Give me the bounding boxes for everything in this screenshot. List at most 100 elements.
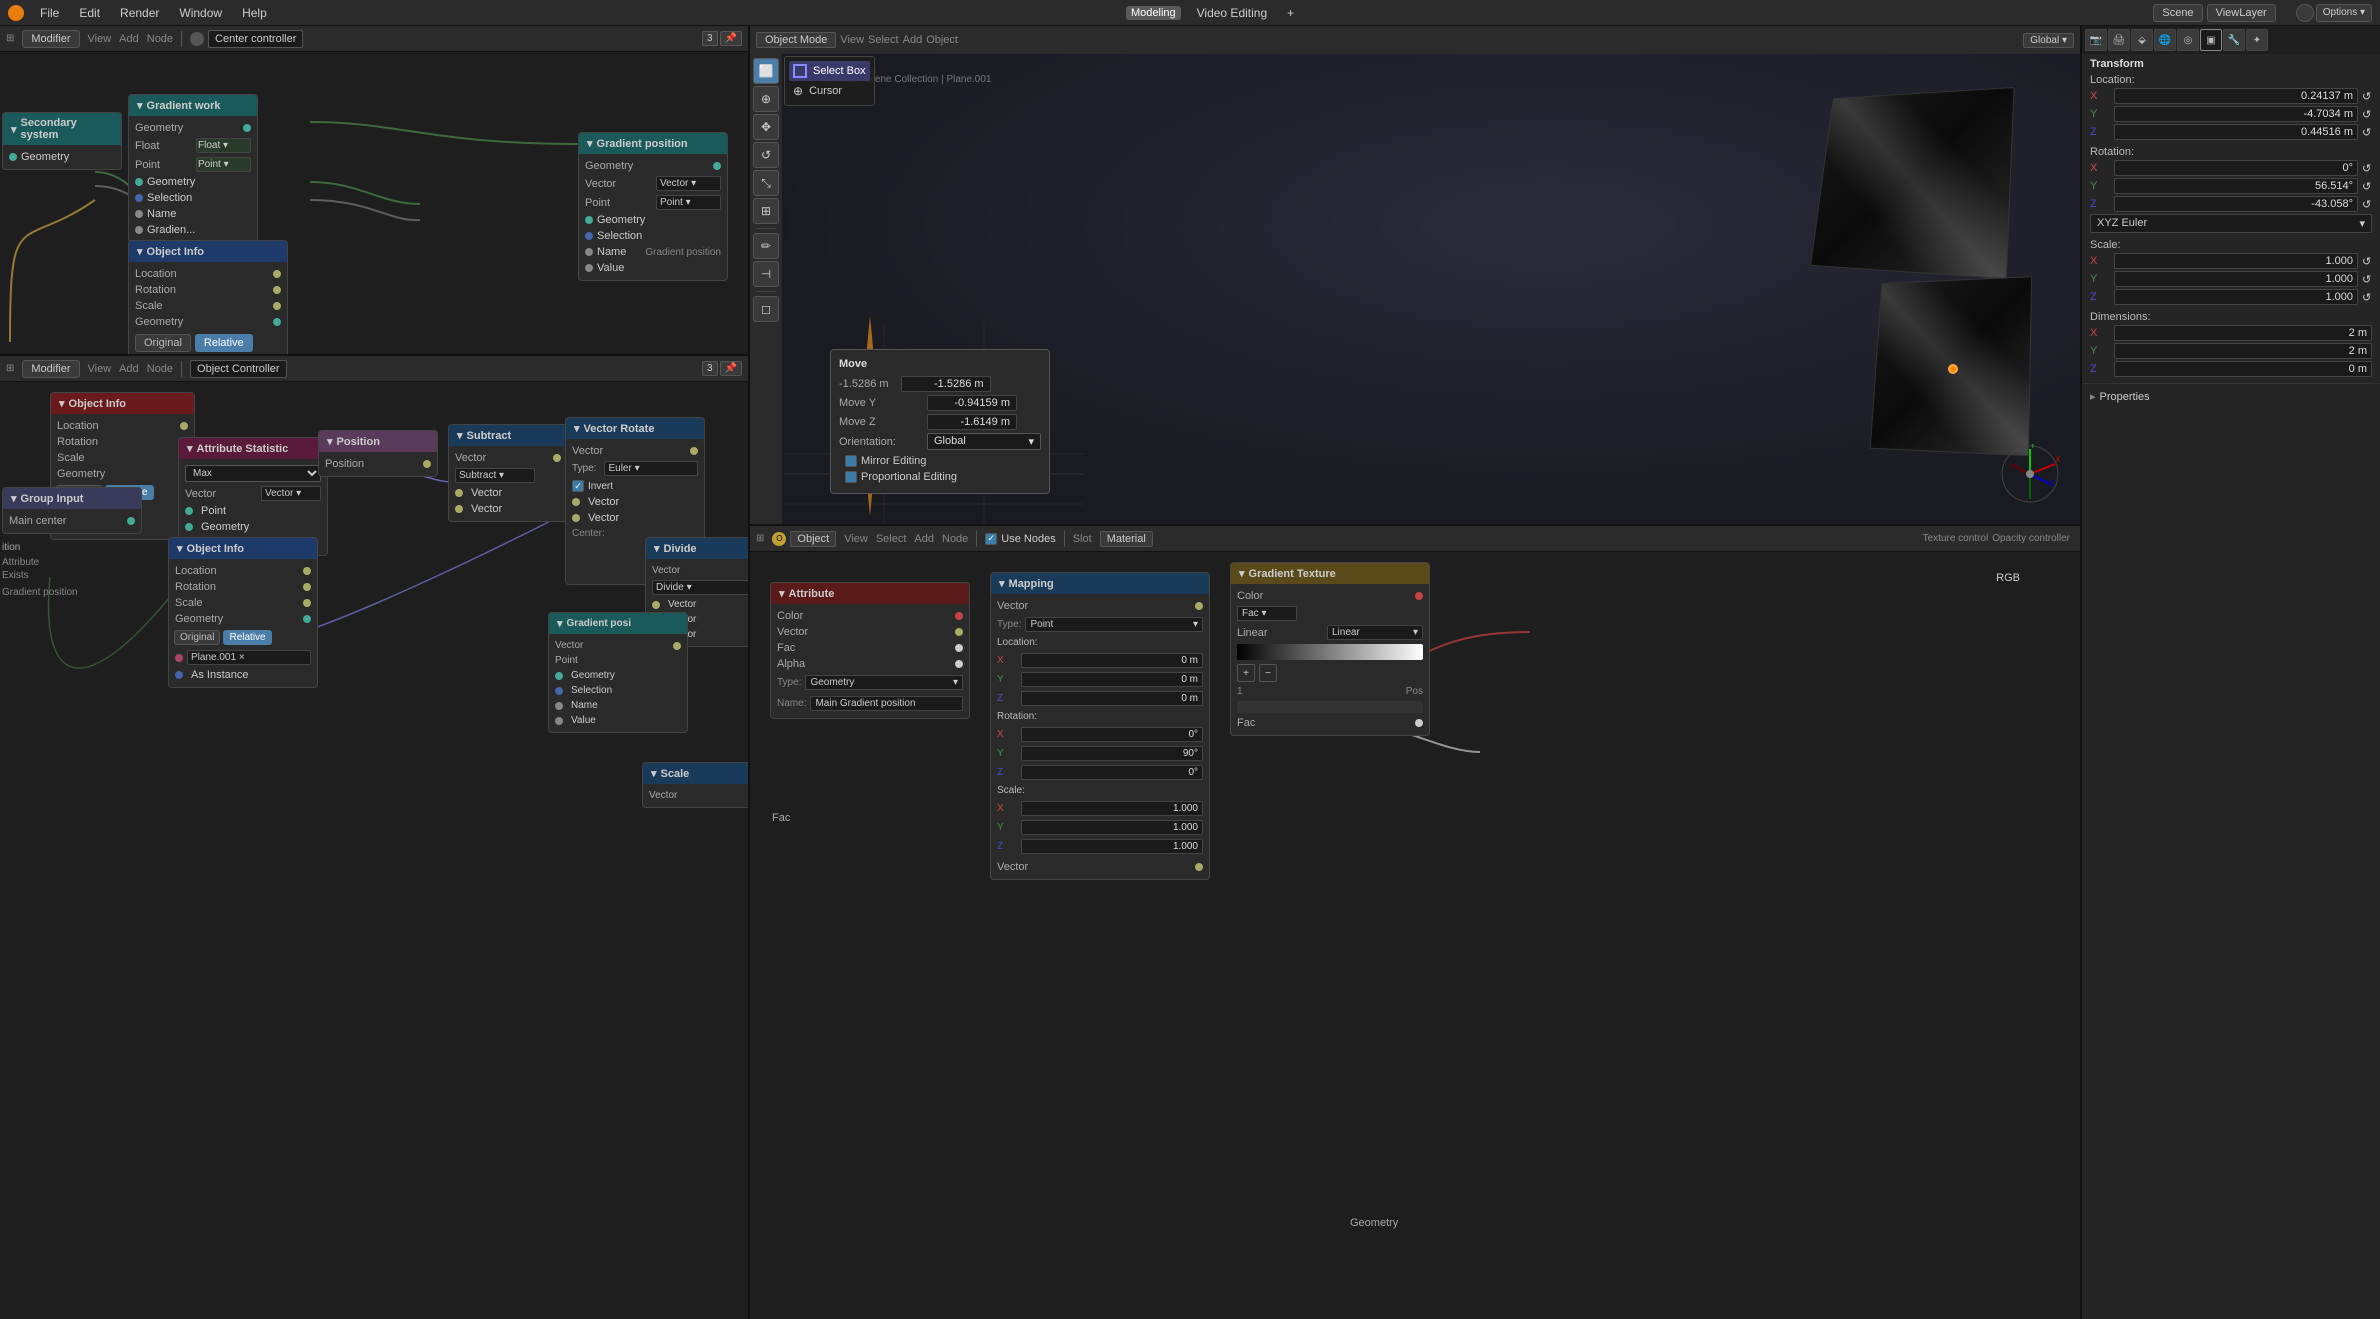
menu-help[interactable]: Help bbox=[238, 4, 271, 22]
scene-selector[interactable]: Scene bbox=[2153, 4, 2202, 22]
view-layer-tab[interactable]: ⬙ bbox=[2131, 29, 2153, 51]
secondary-system-node[interactable]: ▾ Secondary system Geometry bbox=[2, 112, 122, 170]
rotation-mode-selector[interactable]: XYZ Euler ▾ bbox=[2090, 214, 2372, 233]
reset-sz[interactable]: ↺ bbox=[2362, 291, 2372, 304]
global-selector[interactable]: Global ▾ bbox=[2023, 33, 2074, 48]
invert-checkbox[interactable]: ✓ bbox=[572, 480, 584, 492]
mapping-scale-z[interactable]: 1.000 bbox=[1021, 839, 1203, 854]
rotation-x[interactable]: 0° bbox=[2114, 160, 2358, 176]
scale-y[interactable]: 1.000 bbox=[2114, 271, 2358, 287]
view-btn[interactable]: View bbox=[840, 34, 864, 46]
fac-slider[interactable] bbox=[1237, 701, 1423, 713]
properties-expand[interactable]: ▸ Properties bbox=[2082, 384, 2380, 409]
use-nodes-checkbox[interactable]: ✓ bbox=[985, 533, 997, 545]
workspace-video-editing[interactable]: Video Editing bbox=[1193, 4, 1272, 22]
rotation-y[interactable]: 56.514° bbox=[2114, 178, 2358, 194]
object-mode-btn[interactable]: Object Mode bbox=[756, 32, 836, 48]
shader-add-menu[interactable]: Add bbox=[914, 533, 934, 545]
add-stop-btn[interactable]: + bbox=[1237, 664, 1255, 682]
shader-node-menu[interactable]: Node bbox=[942, 533, 968, 545]
shader-select-menu[interactable]: Select bbox=[876, 533, 907, 545]
add-menu[interactable]: Add bbox=[119, 33, 139, 45]
add-menu-2[interactable]: Add bbox=[119, 363, 139, 375]
attr-type-selector[interactable]: Geometry ▾ bbox=[805, 675, 963, 690]
reset-x[interactable]: ↺ bbox=[2362, 90, 2372, 103]
add-btn[interactable]: Add bbox=[903, 34, 923, 46]
move-tool[interactable]: ✥ bbox=[753, 114, 779, 140]
position-node[interactable]: ▾ Position Position bbox=[318, 430, 438, 477]
scene-props-tab[interactable]: 🌐 bbox=[2154, 29, 2176, 51]
menu-file[interactable]: File bbox=[36, 4, 63, 22]
menu-window[interactable]: Window bbox=[175, 4, 226, 22]
group-input-node[interactable]: ▾ Group Input Main center bbox=[2, 487, 142, 534]
transform-tool[interactable]: ⊞ bbox=[753, 198, 779, 224]
scale-x[interactable]: 1.000 bbox=[2114, 253, 2358, 269]
gradient-texture-node[interactable]: ▾ Gradient Texture Color Fac ▾ Linear bbox=[1230, 562, 1430, 736]
measure-tool[interactable]: ⊣ bbox=[753, 261, 779, 287]
modifier-btn[interactable]: Modifier bbox=[22, 30, 79, 48]
node-menu[interactable]: Node bbox=[147, 33, 173, 45]
attribute-node[interactable]: ▾ Attribute Color Vector Fac bbox=[770, 582, 970, 719]
reset-sx[interactable]: ↺ bbox=[2362, 255, 2372, 268]
dim-x[interactable]: 2 m bbox=[2114, 325, 2372, 341]
proportional-checkbox[interactable] bbox=[845, 471, 857, 483]
relative-tab[interactable]: Relative bbox=[195, 334, 253, 352]
mapping-loc-y[interactable]: 0 m bbox=[1021, 672, 1203, 687]
linear-selector[interactable]: Linear ▾ bbox=[1327, 625, 1423, 640]
move-z-val[interactable]: -1.6149 m bbox=[927, 414, 1017, 430]
pin-btn[interactable]: 📌 bbox=[720, 31, 742, 46]
view-layer-selector[interactable]: ViewLayer bbox=[2207, 4, 2276, 22]
node-menu-2[interactable]: Node bbox=[147, 363, 173, 375]
reset-rx[interactable]: ↺ bbox=[2362, 162, 2372, 175]
controller-name[interactable]: Center controller bbox=[208, 30, 303, 48]
select-btn[interactable]: Select bbox=[868, 34, 899, 46]
output-props-tab[interactable]: 🖨 bbox=[2108, 29, 2130, 51]
object-btn[interactable]: Object bbox=[926, 34, 958, 46]
mapping-loc-z[interactable]: 0 m bbox=[1021, 691, 1203, 706]
mapping-scale-y[interactable]: 1.000 bbox=[1021, 820, 1203, 835]
reset-ry[interactable]: ↺ bbox=[2362, 180, 2372, 193]
shader-view-menu[interactable]: View bbox=[844, 533, 868, 545]
gradient-dropdown[interactable]: Fac ▾ bbox=[1237, 606, 1297, 621]
reset-rz[interactable]: ↺ bbox=[2362, 198, 2372, 211]
scale-tool[interactable]: ⤡ bbox=[753, 170, 779, 196]
viewport-3d[interactable]: Object Mode View Select Add Object Globa… bbox=[750, 26, 2080, 524]
location-x[interactable]: 0.24137 m bbox=[2114, 88, 2358, 104]
attr-stat-dropdown[interactable]: Max Min Mean bbox=[185, 465, 321, 482]
reset-z[interactable]: ↺ bbox=[2362, 126, 2372, 139]
mapping-rot-y[interactable]: 90° bbox=[1021, 746, 1203, 761]
annotate-tool[interactable]: ✏ bbox=[753, 233, 779, 259]
mirror-checkbox[interactable] bbox=[845, 455, 857, 467]
orientation-selector[interactable]: Global ▾ bbox=[927, 433, 1041, 450]
add-cube-tool[interactable]: ◻ bbox=[753, 296, 779, 322]
rotate-tool[interactable]: ↺ bbox=[753, 142, 779, 168]
view-menu[interactable]: View bbox=[88, 33, 112, 45]
properties-toggle[interactable]: ▸ Properties bbox=[2090, 390, 2372, 403]
menu-render[interactable]: Render bbox=[116, 4, 163, 22]
reset-sy[interactable]: ↺ bbox=[2362, 273, 2372, 286]
dim-z[interactable]: 0 m bbox=[2114, 361, 2372, 377]
subtract-node[interactable]: ▾ Subtract Vector Subtract ▾ Vector bbox=[448, 424, 568, 522]
mapping-rot-x[interactable]: 0° bbox=[1021, 727, 1203, 742]
move-x-val[interactable]: -1.5286 m bbox=[901, 376, 991, 392]
view-menu-2[interactable]: View bbox=[88, 363, 112, 375]
modifier-props-tab[interactable]: 🔧 bbox=[2223, 29, 2245, 51]
location-y[interactable]: -4.7034 m bbox=[2114, 106, 2358, 122]
workspace-modeling[interactable]: Modeling bbox=[1126, 6, 1181, 20]
material-selector[interactable]: Material bbox=[1100, 531, 1153, 547]
orig-tab-2[interactable]: Original bbox=[174, 630, 220, 645]
object-info-top-node[interactable]: ▾ Object Info Location Rotation Scale bbox=[128, 240, 288, 354]
world-props-tab[interactable]: ◎ bbox=[2177, 29, 2199, 51]
original-tab[interactable]: Original bbox=[135, 334, 191, 352]
object-props-tab[interactable]: ▣ bbox=[2200, 29, 2222, 51]
gradient-position-node[interactable]: ▾ Gradient position Geometry Vector Vect… bbox=[578, 132, 728, 281]
mapping-scale-x[interactable]: 1.000 bbox=[1021, 801, 1203, 816]
gradient-position-bottom-node[interactable]: ▾ Gradient posi Vector Point Geometry bbox=[548, 612, 688, 733]
reset-y[interactable]: ↺ bbox=[2362, 108, 2372, 121]
move-y-val[interactable]: -0.94159 m bbox=[927, 395, 1017, 411]
gradient-work-node[interactable]: ▾ Gradient work Geometry Float Float ▾ P… bbox=[128, 94, 258, 243]
render-props-tab[interactable]: 📷 bbox=[2085, 29, 2107, 51]
mapping-loc-x[interactable]: 0 m bbox=[1021, 653, 1203, 668]
attr-name-input[interactable]: Main Gradient position bbox=[810, 696, 963, 711]
mapping-type-selector[interactable]: Point ▾ bbox=[1025, 617, 1203, 632]
